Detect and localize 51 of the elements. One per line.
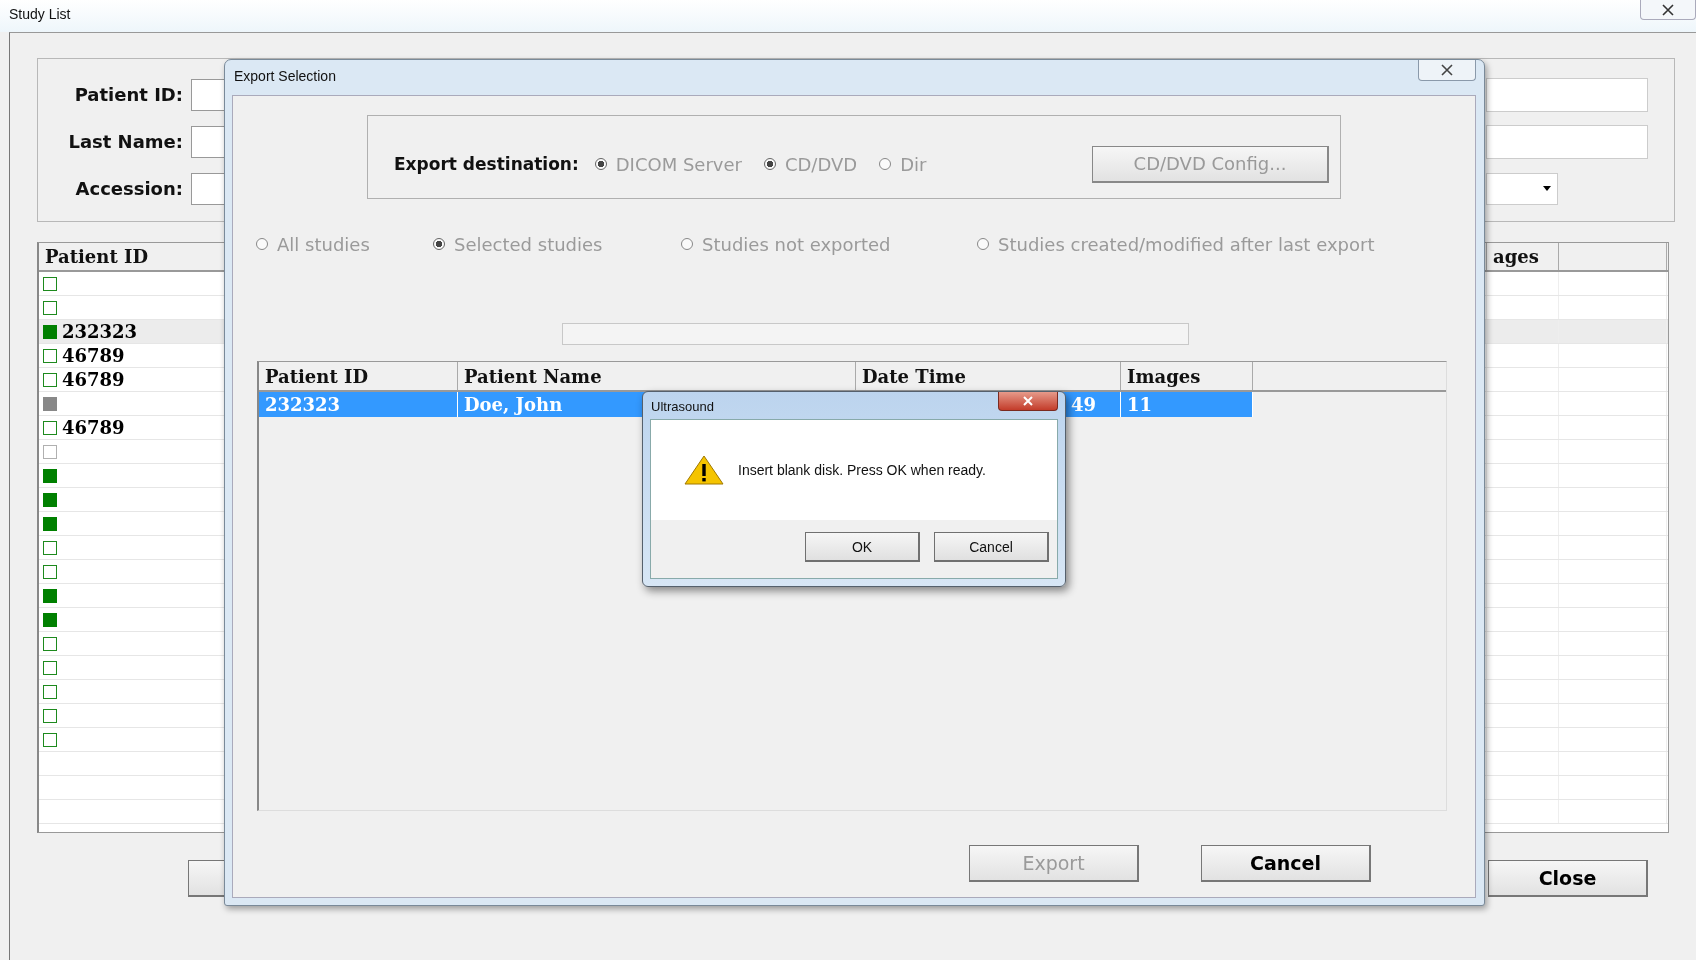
checkbox[interactable]: [43, 660, 57, 675]
table-cell: 46789: [62, 369, 125, 390]
checkbox[interactable]: [43, 684, 57, 699]
ok-button[interactable]: OK: [805, 532, 920, 562]
column-header[interactable]: Patient ID: [259, 362, 458, 390]
cancel-button[interactable]: Cancel: [934, 532, 1049, 562]
cancel-button[interactable]: Cancel: [1201, 845, 1371, 882]
close-button[interactable]: [998, 392, 1058, 411]
checkbox[interactable]: [43, 564, 57, 579]
close-icon: [1440, 64, 1454, 76]
field-label: Patient ID:: [73, 84, 183, 105]
checkbox[interactable]: [43, 540, 57, 555]
checkbox[interactable]: [43, 636, 57, 651]
checkbox[interactable]: [43, 612, 57, 627]
table-cell[interactable]: 11: [1121, 392, 1253, 417]
column-header[interactable]: Date Time: [856, 362, 1121, 390]
checkbox[interactable]: [43, 588, 57, 603]
checkbox[interactable]: [43, 372, 57, 387]
close-button[interactable]: [1640, 0, 1696, 20]
input-field[interactable]: [1486, 77, 1648, 112]
close-icon: [1022, 396, 1034, 406]
field-label: Accession:: [74, 178, 183, 199]
close-button[interactable]: Close: [1488, 860, 1648, 897]
column-header[interactable]: ages: [1487, 243, 1559, 270]
checkbox[interactable]: [43, 732, 57, 747]
checkbox[interactable]: [43, 324, 57, 339]
table-cell[interactable]: 232323: [259, 392, 458, 417]
column-header[interactable]: Images: [1121, 362, 1253, 390]
message-text: Insert blank disk. Press OK when ready.: [738, 462, 986, 478]
dropdown[interactable]: [1486, 172, 1558, 205]
checkbox[interactable]: [43, 516, 57, 531]
table-cell: 46789: [62, 417, 125, 438]
checkbox[interactable]: [43, 300, 57, 315]
table-cell: 232323: [62, 321, 138, 342]
close-icon: [1661, 3, 1675, 16]
field-label: Last Name:: [67, 131, 183, 152]
checkbox[interactable]: [43, 348, 57, 363]
checkbox[interactable]: [43, 420, 57, 435]
checkbox[interactable]: [43, 708, 57, 723]
dropdown-arrow-icon: [1543, 186, 1551, 191]
column-header[interactable]: Patient Name: [458, 362, 856, 390]
warning-icon: [684, 455, 724, 485]
field-label: Export destination:: [394, 154, 579, 174]
table-cell: 46789: [62, 345, 125, 366]
input-field[interactable]: [1486, 124, 1648, 159]
checkbox[interactable]: [43, 492, 57, 507]
dialog-title: Ultrasound: [650, 398, 714, 414]
checkbox[interactable]: [43, 276, 57, 291]
dialog-title: Export Selection: [233, 67, 336, 84]
window-title: Study List: [8, 5, 71, 22]
checkbox[interactable]: [43, 468, 57, 483]
